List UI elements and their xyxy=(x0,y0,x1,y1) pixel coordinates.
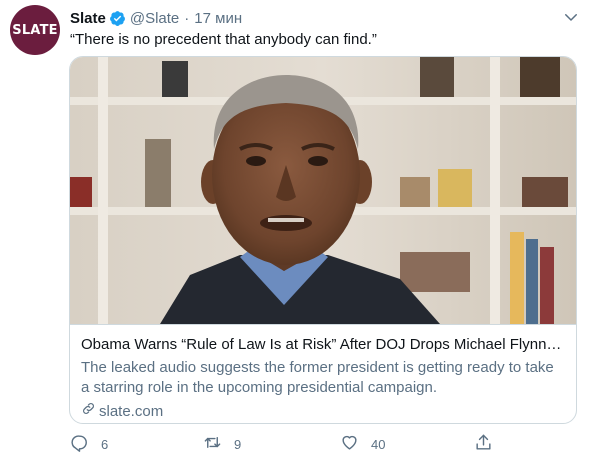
retweet-button[interactable]: 9 xyxy=(203,432,241,456)
card-domain[interactable]: slate.com xyxy=(81,401,565,422)
avatar-logo-text: SLATE xyxy=(12,22,58,38)
retweet-icon xyxy=(203,433,222,455)
card-description: The leaked audio suggests the former pre… xyxy=(81,359,554,396)
avatar[interactable]: SLATE xyxy=(10,5,60,55)
card-image[interactable] xyxy=(70,57,576,324)
tweet: SLATE Slate @Slate · 17 мин “There is no… xyxy=(0,0,589,461)
like-count: 40 xyxy=(371,436,386,452)
card-body[interactable]: Obama Warns “Rule of Law Is at Risk” Aft… xyxy=(70,324,576,423)
display-name[interactable]: Slate xyxy=(70,10,106,27)
share-icon xyxy=(474,433,493,455)
separator-dot: · xyxy=(184,9,190,27)
share-button[interactable] xyxy=(474,432,493,456)
retweet-count: 9 xyxy=(234,436,242,452)
reply-count: 6 xyxy=(101,436,109,452)
reply-button[interactable]: 6 xyxy=(70,432,108,456)
reply-icon xyxy=(70,433,89,455)
card-title[interactable]: Obama Warns “Rule of Law Is at Risk” Aft… xyxy=(81,335,565,355)
heart-icon xyxy=(340,433,359,455)
card-domain-text: slate.com xyxy=(99,402,164,420)
tweet-text: “There is no precedent that anybody can … xyxy=(70,31,377,48)
portrait-photo xyxy=(70,57,576,324)
chevron-down-icon[interactable] xyxy=(562,8,580,26)
handle[interactable]: @Slate xyxy=(130,10,179,27)
like-button[interactable]: 40 xyxy=(340,432,385,456)
action-bar: 6 9 40 xyxy=(66,432,506,456)
verified-badge-icon xyxy=(109,10,126,27)
tweet-header: Slate @Slate · 17 мин xyxy=(70,8,242,28)
link-icon xyxy=(81,401,99,422)
link-card[interactable]: Obama Warns “Rule of Law Is at Risk” Aft… xyxy=(69,56,577,424)
timestamp[interactable]: 17 мин xyxy=(194,10,242,27)
